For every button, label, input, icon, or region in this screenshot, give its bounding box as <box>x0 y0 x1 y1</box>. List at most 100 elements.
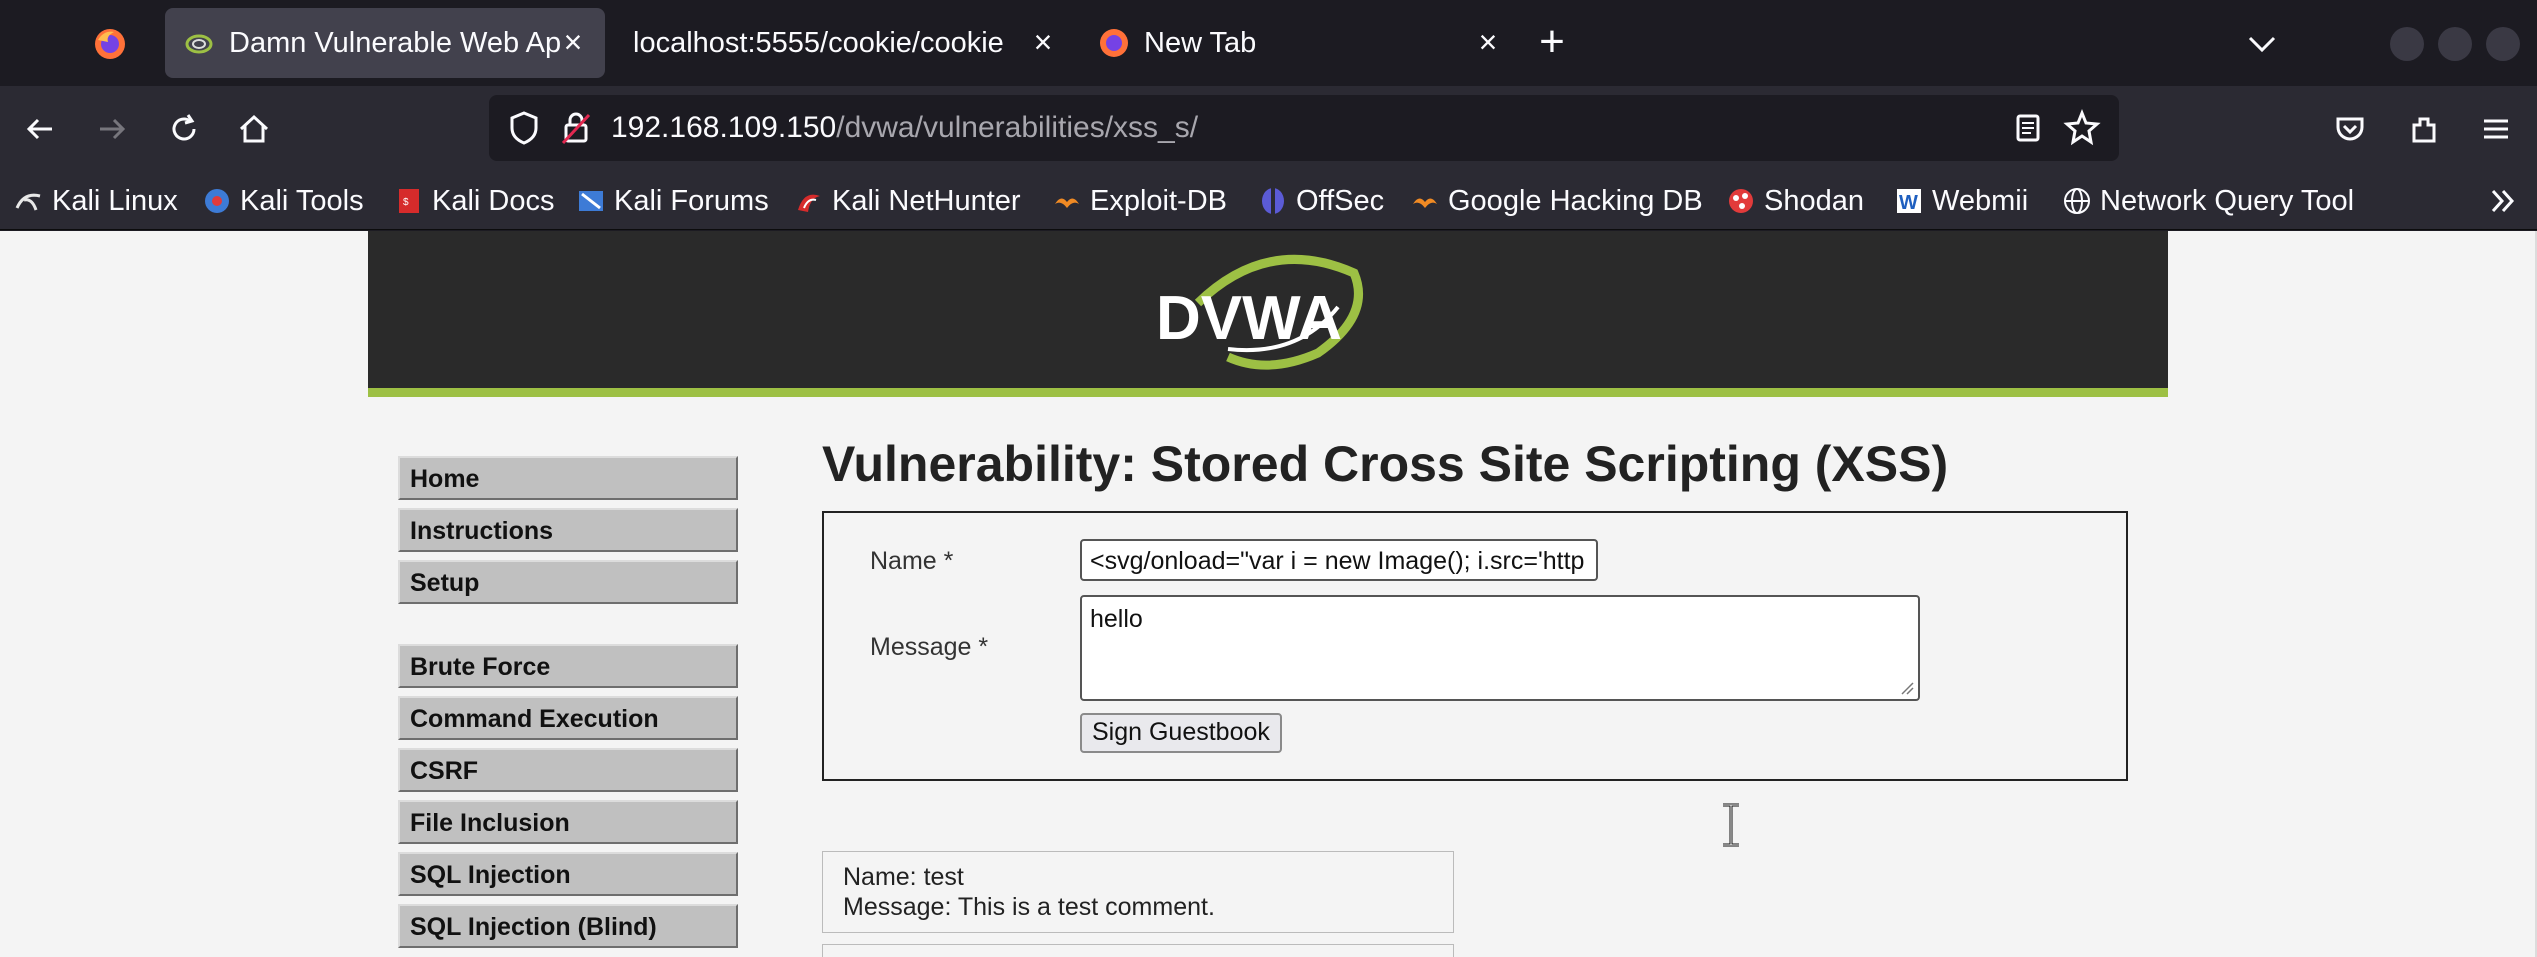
firefox-favicon-icon <box>1100 29 1128 57</box>
url-host: 192.168.109.150 <box>611 111 837 144</box>
bookmark-offsec[interactable]: OffSec <box>1258 180 1384 222</box>
menu-gap <box>398 612 738 644</box>
url-path: /dvwa/vulnerabilities/xss_s/ <box>836 111 1199 144</box>
menu-item-command-execution[interactable]: Command Execution <box>398 696 738 740</box>
menu-item-sql-injection[interactable]: SQL Injection <box>398 852 738 896</box>
menu-item-csrf[interactable]: CSRF <box>398 748 738 792</box>
dvwa-container: DVWA Home Instructions Setup Brute Force… <box>368 231 2168 957</box>
bookmark-shodan[interactable]: Shodan <box>1726 180 1864 222</box>
menu-item-file-inclusion[interactable]: File Inclusion <box>398 800 738 844</box>
webmii-icon: W <box>1897 189 1921 214</box>
hamburger-menu-icon[interactable] <box>2474 107 2518 151</box>
tab-bar: Damn Vulnerable Web Ap × localhost:5555/… <box>0 0 2537 86</box>
lock-warning-icon[interactable] <box>555 107 597 149</box>
resize-grip-icon[interactable] <box>1898 679 1914 695</box>
navigation-toolbar: 192.168.109.150/dvwa/vulnerabilities/xss… <box>0 86 2537 172</box>
forward-arrow-icon[interactable] <box>90 107 134 151</box>
kali-tools-icon <box>205 189 229 213</box>
minimize-window-icon[interactable] <box>2390 27 2424 61</box>
message-text: hello <box>1090 605 1143 633</box>
shield-icon[interactable] <box>503 107 545 149</box>
home-icon[interactable] <box>232 107 276 151</box>
bookmark-label: Kali Linux <box>52 184 178 217</box>
bookmark-label: Kali NetHunter <box>832 184 1021 217</box>
bookmark-label: OffSec <box>1296 184 1385 217</box>
kali-docs-icon: $ <box>399 189 419 213</box>
tab-dvwa[interactable]: Damn Vulnerable Web Ap × <box>165 8 605 78</box>
menu-item-brute-force[interactable]: Brute Force <box>398 644 738 688</box>
bookmark-star-icon[interactable] <box>2061 107 2103 149</box>
extensions-icon[interactable] <box>2402 107 2446 151</box>
tab-new-tab[interactable]: New Tab × <box>1080 8 1520 78</box>
offsec-icon <box>1262 188 1284 214</box>
bookmarks-toolbar: Kali Linux Kali Tools $ Kali Docs Kali F… <box>0 172 2537 230</box>
close-tab-icon[interactable]: × <box>1025 24 1061 60</box>
bookmark-kali-tools[interactable]: Kali Tools <box>202 180 364 222</box>
sign-guestbook-button[interactable]: Sign Guestbook <box>1080 713 1282 753</box>
maximize-window-icon[interactable] <box>2438 27 2472 61</box>
bookmark-google-hacking-db[interactable]: Google Hacking DB <box>1410 180 1703 222</box>
close-tab-icon[interactable]: × <box>1470 24 1506 60</box>
menu-item-sql-injection-blind[interactable]: SQL Injection (Blind) <box>398 904 738 948</box>
page-viewport: DVWA Home Instructions Setup Brute Force… <box>0 231 2537 957</box>
reader-view-icon[interactable] <box>2007 107 2049 149</box>
message-textarea[interactable]: hello <box>1080 595 1920 701</box>
back-arrow-icon[interactable] <box>18 107 62 151</box>
guestbook-form: Name * <svg/onload="var i = new Image();… <box>822 511 2128 781</box>
close-window-icon[interactable] <box>2486 27 2520 61</box>
bookmark-label: Kali Tools <box>240 184 364 217</box>
guestbook-entry <box>822 944 1454 957</box>
menu-item-home[interactable]: Home <box>398 456 738 500</box>
tab-title: Damn Vulnerable Web Ap <box>229 26 562 59</box>
svg-text:W: W <box>1899 192 1918 214</box>
bookmark-label: Kali Docs <box>432 184 555 217</box>
pocket-icon[interactable] <box>2328 107 2372 151</box>
bookmark-exploit-db[interactable]: Exploit-DB <box>1052 180 1227 222</box>
name-input[interactable]: <svg/onload="var i = new Image(); i.src=… <box>1080 539 1598 581</box>
chevron-down-icon[interactable] <box>2240 22 2284 66</box>
entry-name: Name: test <box>843 863 964 891</box>
nethunter-icon <box>798 194 820 212</box>
shodan-icon <box>1729 189 1753 213</box>
double-chevron-right-icon[interactable] <box>2481 180 2523 222</box>
ghdb-icon <box>1413 198 1437 208</box>
exploit-db-icon <box>1055 198 1079 208</box>
bookmark-label: Shodan <box>1764 184 1864 217</box>
entry-message: Message: This is a test comment. <box>843 893 1215 921</box>
kali-icon <box>15 193 41 211</box>
bookmark-kali-nethunter[interactable]: Kali NetHunter <box>794 180 1021 222</box>
new-tab-plus-icon[interactable]: + <box>1530 20 1574 66</box>
message-label: Message * <box>870 633 989 661</box>
svg-text:DVWA: DVWA <box>1158 284 1342 353</box>
dvwa-logo: DVWA <box>1158 254 1363 370</box>
dvwa-header: DVWA <box>368 231 2168 397</box>
kali-forums-icon <box>579 191 603 211</box>
dvwa-favicon-icon <box>185 34 213 54</box>
bookmark-webmii[interactable]: W Webmii <box>1894 180 2028 222</box>
bookmark-kali-forums[interactable]: Kali Forums <box>576 180 769 222</box>
bookmark-kali-linux[interactable]: Kali Linux <box>14 180 178 222</box>
url-text[interactable]: 192.168.109.150/dvwa/vulnerabilities/xss… <box>611 111 1198 145</box>
tab-title: localhost:5555/cookie/cookie <box>633 26 1004 59</box>
bookmark-label: Exploit-DB <box>1090 184 1227 217</box>
address-bar[interactable]: 192.168.109.150/dvwa/vulnerabilities/xss… <box>489 95 2119 161</box>
tab-cookie[interactable]: localhost:5555/cookie/cookie × <box>615 8 1075 78</box>
globe-icon <box>2064 188 2090 214</box>
bookmark-label: Webmii <box>1932 184 2029 217</box>
close-tab-icon[interactable]: × <box>555 24 591 60</box>
tab-title: New Tab <box>1144 26 1257 59</box>
menu-item-instructions[interactable]: Instructions <box>398 508 738 552</box>
bookmark-kali-docs[interactable]: $ Kali Docs <box>394 180 555 222</box>
firefox-view-icon[interactable] <box>88 22 132 66</box>
bookmark-network-query-tool[interactable]: Network Query Tool <box>2062 180 2354 222</box>
dvwa-main-menu: Home Instructions Setup Brute Force Comm… <box>398 456 738 956</box>
bookmark-label: Google Hacking DB <box>1448 184 1703 217</box>
reload-icon[interactable] <box>162 107 206 151</box>
name-label: Name * <box>870 547 954 575</box>
bookmark-label: Network Query Tool <box>2100 184 2355 217</box>
text-cursor-icon <box>1723 803 1739 847</box>
menu-item-setup[interactable]: Setup <box>398 560 738 604</box>
bookmark-label: Kali Forums <box>614 184 769 217</box>
page-title: Vulnerability: Stored Cross Site Scripti… <box>822 436 1949 492</box>
svg-text:$: $ <box>403 197 409 208</box>
